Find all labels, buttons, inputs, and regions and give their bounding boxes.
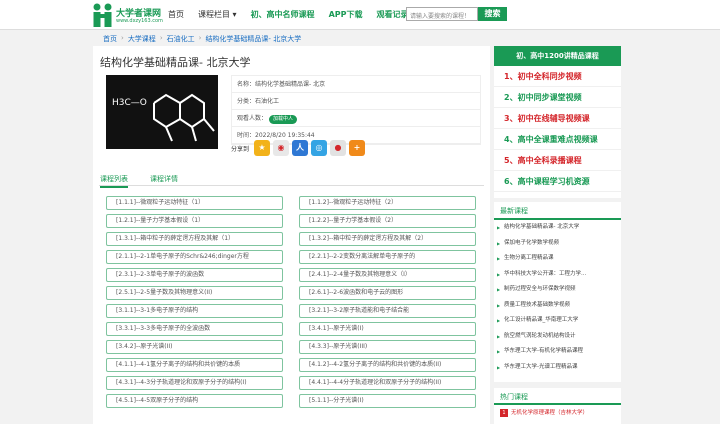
- lesson-item[interactable]: [4.1.2]--4-2氢分子离子的结构和共价键的本质(II): [299, 358, 476, 372]
- qzone-share-icon[interactable]: ★: [254, 140, 271, 156]
- sidebar-item[interactable]: 3、初中在线辅导视频课: [494, 108, 621, 129]
- breadcrumb-home[interactable]: 首页: [103, 34, 117, 44]
- sidebar-item[interactable]: 5、高中全科录播课程: [494, 150, 621, 171]
- lesson-item[interactable]: [3.3.1]--3-3多电子原子的全波函数: [106, 322, 283, 336]
- hot-rank-badge: 1: [500, 409, 508, 417]
- tab-course-list[interactable]: 课程列表: [100, 174, 128, 188]
- latest-course-item[interactable]: 航空燃气涡轮发动机结构设计: [494, 329, 621, 345]
- methoxy-formula-label: H3C—O: [112, 98, 147, 108]
- sidebar-item[interactable]: 4、高中全课重难点视频课: [494, 129, 621, 150]
- lesson-item[interactable]: [3.2.1]--3-2原子轨道能和电子结合能: [299, 304, 476, 318]
- breadcrumb-separator: ›: [159, 34, 163, 42]
- course-name-row: 名称：结构化学基础精品课- 北京: [232, 76, 480, 93]
- lesson-item[interactable]: [4.1.1]--4-1氢分子离子的结构和共价键的本质: [106, 358, 283, 372]
- share-bar: 分享到 ★ ◉ 人 ◎ ● +: [231, 140, 366, 156]
- sidebar-item[interactable]: 1、初中全科同步视频: [494, 66, 621, 87]
- breadcrumb-category[interactable]: 石油化工: [167, 34, 195, 44]
- lesson-item[interactable]: [4.3.1]--4-3分子轨道理论和双原子分子的结构(I): [106, 376, 283, 390]
- lesson-item[interactable]: [2.2.1]--2-2变数分离法解单电子原子的: [299, 250, 476, 264]
- sidebar-featured-title[interactable]: 初、高中1200讲精品课程: [494, 46, 621, 66]
- lesson-item[interactable]: [2.4.1]--2-4量子数及其物理意义（I）: [299, 268, 476, 282]
- latest-course-item[interactable]: 结构化学基础精品课- 北京大学: [494, 220, 621, 236]
- course-category-row: 分类：石油化工: [232, 93, 480, 110]
- breadcrumb-university[interactable]: 大学课程: [128, 34, 156, 44]
- course-tabs: 课程列表 课程详情: [99, 171, 484, 188]
- lesson-item[interactable]: [1.1.2]--微观粒子运动特征（2）: [299, 196, 476, 210]
- viewers-label: 观看人数：: [237, 115, 268, 122]
- brand-logo-icon[interactable]: [91, 2, 115, 28]
- sidebar-item[interactable]: 6、高中课程学习机资源: [494, 171, 621, 192]
- molecule-structure-icon: H3C—O: [112, 93, 215, 142]
- lesson-item[interactable]: [4.5.1]--4-5双原子分子的结构: [106, 394, 283, 408]
- qq-share-icon[interactable]: ●: [330, 140, 347, 156]
- breadcrumb-separator: ›: [121, 34, 124, 42]
- course-info-table: 名称：结构化学基础精品课- 北京 分类：石油化工 观看人数： 加载中人 时间：2…: [231, 75, 481, 145]
- viewers-badge: 加载中人: [268, 115, 297, 124]
- sidebar-item[interactable]: 2、初中同步课堂视频: [494, 87, 621, 108]
- lesson-item[interactable]: [2.5.1]--2-5量子数及其物理意义(II): [106, 286, 283, 300]
- hot-courses-panel: 热门课程 1 无机化学原理课程（吉林大学）: [494, 388, 621, 424]
- weibo-share-icon[interactable]: ◉: [273, 140, 290, 156]
- nav-home[interactable]: 首页: [168, 9, 184, 20]
- breadcrumb-separator: ›: [198, 34, 202, 42]
- course-title: 结构化学基础精品课- 北京大学: [100, 56, 251, 69]
- site-header: 大学者课网 www.dxzy163.com 首页 课程栏目 ▾ 初、高中名师课程…: [0, 0, 720, 30]
- brand-url: www.dxzy163.com: [116, 18, 163, 24]
- nav-watch-history[interactable]: 观看记录: [376, 9, 408, 20]
- latest-course-item[interactable]: 质量工程技术基础数学视频: [494, 298, 621, 314]
- lesson-item[interactable]: [2.3.1]--2-3单电子原子的波函数: [106, 268, 283, 282]
- lesson-item[interactable]: [2.6.1]--2-6波函数和电子云的图形: [299, 286, 476, 300]
- search-input[interactable]: 请输入要搜索的课程！: [406, 7, 478, 21]
- tencent-share-icon[interactable]: ◎: [311, 140, 328, 156]
- lesson-item[interactable]: [1.2.2]--量子力学基本假设（2）: [299, 214, 476, 228]
- breadcrumb-current[interactable]: 结构化学基础精品课- 北京大学: [205, 34, 301, 44]
- sidebar-featured-courses: 初、高中1200讲精品课程 1、初中全科同步视频 2、初中同步课堂视频 3、初中…: [494, 46, 621, 198]
- nav-course-menu[interactable]: 课程栏目 ▾: [198, 9, 237, 20]
- lesson-grid: [1.1.1]--微观粒子运动特征（1） [1.1.2]--微观粒子运动特征（2…: [106, 196, 478, 408]
- hot-course-label: 无机化学原理课程（吉林大学）: [511, 410, 589, 416]
- course-panel: 结构化学基础精品课- 北京大学 H3C—O 名称：结构化学基础精品课- 北京 分…: [93, 46, 490, 424]
- lesson-item[interactable]: [3.1.1]--3-1多电子原子的结构: [106, 304, 283, 318]
- latest-courses-title: 最新课程: [494, 204, 621, 220]
- lesson-item[interactable]: [3.4.2]--原子光谱(II): [106, 340, 283, 354]
- renren-share-icon[interactable]: 人: [292, 140, 309, 156]
- lesson-item[interactable]: [1.2.1]--量子力学基本假设（1）: [106, 214, 283, 228]
- lesson-item[interactable]: [3.4.1]--原子光谱(I): [299, 322, 476, 336]
- lesson-item[interactable]: [4.3.3]--原子光谱(III): [299, 340, 476, 354]
- lesson-item[interactable]: [1.3.2]--箱中粒子的薛定谔方程及其解（2）: [299, 232, 476, 246]
- more-share-icon[interactable]: +: [349, 140, 366, 156]
- lesson-item[interactable]: [5.1.1]--分子光谱(I): [299, 394, 476, 408]
- lesson-item[interactable]: [2.1.1]--2-1单电子原子的Schr&246;dinger方程: [106, 250, 283, 264]
- latest-course-item[interactable]: 华东理工大学-光谱工程精品课: [494, 360, 621, 376]
- course-thumbnail[interactable]: H3C—O: [106, 75, 218, 149]
- hot-course-item[interactable]: 1 无机化学原理课程（吉林大学）: [494, 408, 621, 417]
- latest-course-item[interactable]: 华中科技大学公开课：工程力学...: [494, 267, 621, 283]
- latest-course-item[interactable]: 生物分离工程精品课: [494, 251, 621, 267]
- search-button[interactable]: 搜索: [478, 7, 507, 21]
- nav-app-download[interactable]: APP下载: [329, 9, 363, 20]
- share-label: 分享到: [231, 145, 250, 153]
- lesson-item[interactable]: [4.4.1]--4-4分子轨道理论和双原子分子的结构(II): [299, 376, 476, 390]
- hot-courses-title: 热门课程: [494, 391, 621, 405]
- lesson-item[interactable]: [1.3.1]--箱中粒子的薛定谔方程及其解（1）: [106, 232, 283, 246]
- latest-course-item[interactable]: 化工设计精品课_华南理工大学: [494, 313, 621, 329]
- lesson-item[interactable]: [1.1.1]--微观粒子运动特征（1）: [106, 196, 283, 210]
- breadcrumb: 首页 › 大学课程 › 石油化工 › 结构化学基础精品课- 北京大学: [103, 34, 301, 44]
- nav-teacher-courses[interactable]: 初、高中名师课程: [251, 9, 315, 20]
- latest-course-item[interactable]: 保加电子化学数学视频: [494, 236, 621, 252]
- tab-course-details[interactable]: 课程详情: [150, 174, 178, 184]
- main-nav: 首页 课程栏目 ▾ 初、高中名师课程 APP下载 观看记录: [168, 9, 408, 20]
- latest-course-item[interactable]: 制药过程安全与环保数学视频: [494, 282, 621, 298]
- course-viewers-row: 观看人数： 加载中人: [232, 110, 480, 127]
- latest-course-item[interactable]: 华东理工大学-有机化学精品课程: [494, 344, 621, 360]
- latest-courses-panel: 最新课程 结构化学基础精品课- 北京大学 保加电子化学数学视频 生物分离工程精品…: [494, 202, 621, 382]
